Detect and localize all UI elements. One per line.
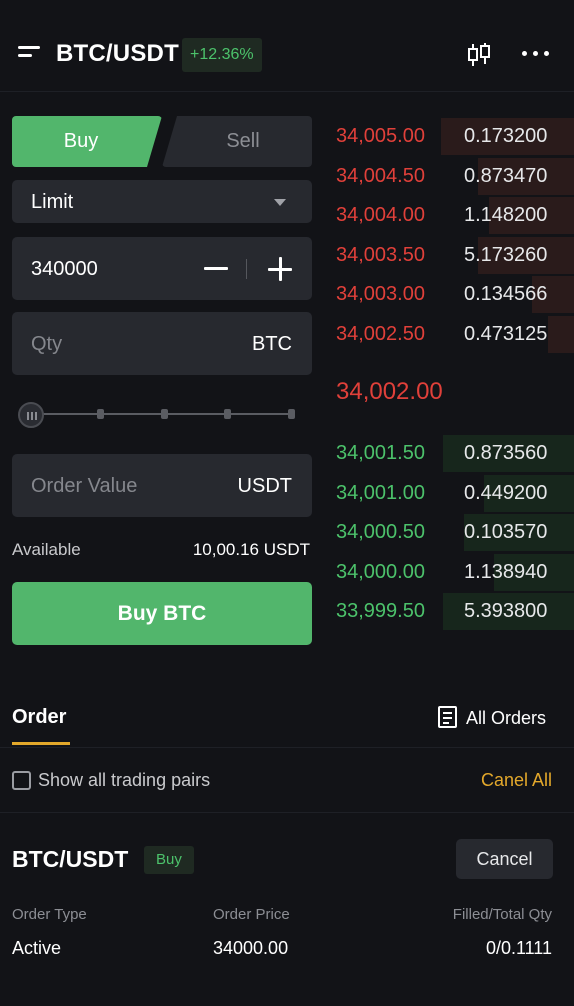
ask-row[interactable]: 34,004.00 1.148200	[330, 196, 574, 235]
more-icon[interactable]	[522, 51, 552, 59]
last-price: 34,002.00	[336, 378, 443, 405]
slider-step[interactable]	[161, 409, 168, 419]
ask-price: 34,005.00	[336, 125, 425, 147]
bid-row[interactable]: 34,000.00 1.138940	[330, 553, 574, 592]
bid-price: 34,000.50	[336, 521, 425, 543]
divider	[0, 747, 574, 748]
slider-step[interactable]	[288, 409, 295, 419]
ask-qty: 0.134566	[464, 283, 548, 305]
minus-icon[interactable]	[204, 267, 228, 270]
col-filled-qty: Filled/Total Qty	[452, 906, 552, 923]
col-order-type: Order Type	[12, 906, 87, 923]
filled-qty-value: 0/0.1111	[485, 938, 552, 958]
ask-price: 34,004.50	[336, 165, 425, 187]
ask-row[interactable]: 34,002.50 0.473125	[330, 315, 574, 354]
order-value-unit: USDT	[237, 475, 292, 497]
order-card-pair: BTC/USDT	[12, 846, 129, 872]
depth-bar	[548, 316, 574, 353]
bid-row[interactable]: 33,999.50 5.393800	[330, 592, 574, 631]
pair-title[interactable]: BTC/USDT	[56, 40, 179, 68]
price-change-badge: +12.36%	[182, 38, 262, 72]
bid-price: 34,001.00	[336, 482, 425, 504]
ask-qty: 0.873470	[464, 165, 548, 187]
slider-handle[interactable]	[18, 402, 44, 428]
all-orders-label: All Orders	[466, 708, 547, 728]
price-input[interactable]: 340000	[12, 237, 312, 300]
ask-qty: 1.148200	[464, 204, 548, 226]
show-all-pairs-checkbox[interactable]	[12, 771, 31, 790]
slider-step[interactable]	[97, 409, 104, 419]
price-value: 340000	[31, 258, 98, 280]
bid-price: 33,999.50	[336, 600, 425, 622]
candlestick-icon[interactable]	[466, 42, 492, 68]
bid-row[interactable]: 34,000.50 0.103570	[330, 513, 574, 552]
order-value-placeholder: Order Value	[31, 475, 138, 497]
tab-order[interactable]: Order	[12, 706, 66, 729]
bid-qty: 0.103570	[464, 521, 548, 543]
ask-price: 34,003.00	[336, 283, 425, 305]
ask-row[interactable]: 34,004.50 0.873470	[330, 157, 574, 196]
header: BTC/USDT +12.36%	[0, 0, 574, 92]
order-side-badge: Buy	[144, 846, 194, 874]
show-all-pairs-label[interactable]: Show all trading pairs	[38, 770, 210, 791]
bid-qty: 0.873560	[464, 442, 548, 464]
chevron-down-icon	[274, 199, 286, 206]
ask-row[interactable]: 34,005.00 0.173200	[330, 117, 574, 156]
available-value: 10,00.16 USDT	[192, 540, 310, 559]
available-label: Available	[12, 540, 81, 559]
order-value-input[interactable]: Order Value USDT	[12, 454, 312, 517]
ask-qty: 0.473125	[464, 323, 548, 345]
tab-buy-label: Buy	[63, 130, 99, 152]
tab-sell-label: Sell	[226, 130, 260, 152]
slider-step[interactable]	[224, 409, 231, 419]
amount-slider[interactable]	[18, 400, 300, 428]
qty-unit: BTC	[252, 333, 292, 355]
ask-row[interactable]: 34,003.50 5.173260	[330, 236, 574, 275]
bid-qty: 1.138940	[464, 561, 548, 583]
bid-qty: 5.393800	[464, 600, 548, 622]
tab-buy[interactable]: Buy	[12, 116, 162, 167]
divider	[0, 812, 574, 813]
ask-price: 34,004.00	[336, 204, 425, 226]
order-price-value: 34000.00	[213, 938, 289, 958]
tab-active-indicator	[12, 742, 70, 745]
ask-price: 34,002.50	[336, 323, 425, 345]
document-icon	[438, 706, 457, 728]
bid-row[interactable]: 34,001.00 0.449200	[330, 474, 574, 513]
order-type-value: Active	[12, 938, 62, 958]
ask-row[interactable]: 34,003.00 0.134566	[330, 275, 574, 314]
bid-price: 34,001.50	[336, 442, 425, 464]
bid-price: 34,000.00	[336, 561, 425, 583]
stepper-divider	[246, 259, 247, 279]
bid-qty: 0.449200	[464, 482, 548, 504]
bid-row[interactable]: 34,001.50 0.873560	[330, 434, 574, 473]
qty-placeholder: Qty	[31, 333, 63, 355]
tab-sell[interactable]: Sell	[162, 116, 312, 167]
order-type-value: Limit	[31, 191, 74, 213]
buy-btc-button[interactable]: Buy BTC	[12, 582, 312, 645]
ask-price: 34,003.50	[336, 244, 425, 266]
cancel-order-button[interactable]: Cancel	[456, 839, 553, 879]
order-type-select[interactable]: Limit	[12, 180, 312, 223]
menu-icon[interactable]	[18, 44, 42, 64]
col-order-price: Order Price	[213, 906, 290, 923]
qty-input[interactable]: Qty BTC	[12, 312, 312, 375]
ask-qty: 0.173200	[464, 125, 548, 147]
plus-icon[interactable]	[268, 257, 292, 281]
cancel-all-button[interactable]: Canel All	[430, 770, 552, 791]
ask-qty: 5.173260	[464, 244, 548, 266]
